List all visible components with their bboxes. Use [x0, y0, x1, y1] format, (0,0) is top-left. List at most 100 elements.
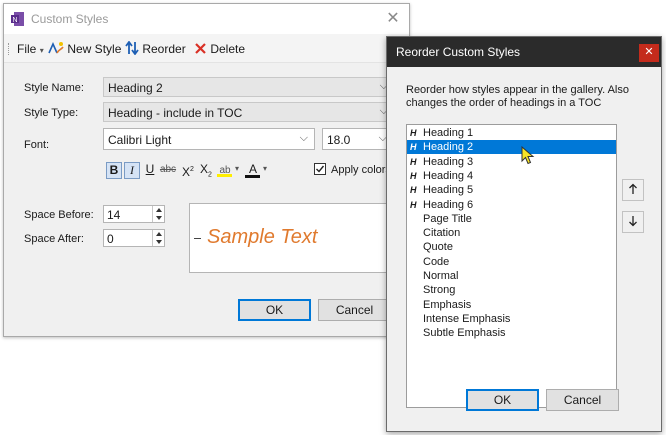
font-color-icon: A: [248, 162, 257, 176]
font-color-bar: [245, 175, 260, 178]
font-label: Font:: [24, 139, 50, 151]
file-menu-label: File: [17, 42, 37, 56]
list-item[interactable]: Subtle Emphasis: [407, 326, 616, 340]
delete-icon: [195, 43, 206, 54]
style-type-value: Heading - include in TOC: [108, 106, 243, 120]
ok-button[interactable]: OK: [238, 299, 311, 321]
file-menu[interactable]: File ▾: [17, 41, 44, 57]
reorder-button[interactable]: Reorder: [125, 40, 186, 57]
list-item-label: Code: [423, 255, 450, 268]
list-item[interactable]: Page Title: [407, 212, 616, 226]
underline-button[interactable]: U: [142, 162, 158, 179]
list-item[interactable]: Normal: [407, 269, 616, 283]
list-item[interactable]: Code: [407, 255, 616, 269]
list-item[interactable]: H Heading 5: [407, 183, 616, 197]
apply-colors-label: Apply colors: [331, 164, 391, 176]
list-item-label: Subtle Emphasis: [423, 327, 506, 340]
space-before-stepper[interactable]: 14: [103, 205, 165, 223]
new-style-button[interactable]: New Style: [48, 41, 121, 57]
close-icon[interactable]: ✕: [384, 10, 402, 28]
list-item-label: Heading 5: [423, 184, 474, 197]
heading-icon: H: [410, 170, 417, 181]
list-item-label: Citation: [423, 227, 461, 240]
reorder-description: Reorder how styles appear in the gallery…: [406, 84, 629, 109]
font-color-button[interactable]: A: [244, 162, 262, 179]
reorder-ok-button[interactable]: OK: [466, 389, 539, 411]
styles-list[interactable]: H Heading 1 H Heading 2 H Heading 3 H Heading 4…: [406, 124, 617, 408]
stepper-arrows[interactable]: [152, 206, 165, 222]
list-item-label: Heading 1: [423, 127, 474, 139]
font-family-value: Calibri Light: [108, 133, 172, 147]
list-item-label: Emphasis: [423, 298, 472, 311]
dropdown-arrow-icon[interactable]: ▾: [235, 164, 239, 173]
dialog-title: Custom Styles: [31, 12, 109, 26]
delete-button[interactable]: Delete: [194, 41, 245, 57]
close-icon[interactable]: ✕: [639, 44, 659, 62]
highlight-color-bar: [217, 174, 232, 177]
sample-text: Sample Text: [207, 226, 318, 248]
list-item[interactable]: H Heading 4: [407, 169, 616, 183]
list-item-label: Intense Emphasis: [423, 312, 511, 325]
style-type-dropdown[interactable]: Heading - include in TOC ⌵: [103, 102, 393, 122]
list-item[interactable]: Intense Emphasis: [407, 312, 616, 326]
stepper-arrows-icon: [156, 208, 162, 220]
heading-icon: H: [410, 156, 417, 167]
strikethrough-button[interactable]: abc: [158, 162, 178, 179]
stepper-arrows[interactable]: [152, 230, 165, 246]
dropdown-arrow-icon[interactable]: ▾: [263, 164, 267, 173]
onenote-app-icon: N: [11, 12, 24, 26]
delete-label: Delete: [210, 42, 246, 56]
list-item[interactable]: Quote: [407, 240, 616, 254]
preview-margin-line: [194, 238, 201, 239]
list-item[interactable]: Strong: [407, 283, 616, 297]
font-family-dropdown[interactable]: Calibri Light ⌵: [103, 128, 315, 150]
move-up-button[interactable]: [622, 179, 644, 201]
style-name-field[interactable]: Heading 2 ⌵: [103, 77, 393, 97]
list-item[interactable]: H Heading 1: [407, 126, 616, 140]
list-item-label: Heading 2: [423, 141, 474, 154]
superscript-button[interactable]: X2: [180, 162, 196, 179]
list-item[interactable]: H Heading 6: [407, 198, 616, 212]
style-preview: Sample Text: [189, 203, 404, 273]
list-item[interactable]: H Heading 2: [407, 140, 616, 155]
new-style-label: New Style: [67, 42, 122, 56]
list-item-label: Strong: [423, 284, 456, 297]
list-item-label: Normal: [423, 270, 459, 282]
toolbar-grip: [8, 43, 10, 55]
cancel-button[interactable]: Cancel: [318, 299, 391, 321]
title-bar: N Custom Styles ✕: [4, 4, 409, 34]
reorder-icon: [125, 40, 139, 56]
mouse-cursor-icon: [521, 146, 535, 165]
svg-text:N: N: [12, 17, 17, 24]
checkmark-icon: [316, 165, 325, 173]
space-after-stepper[interactable]: 0: [103, 229, 165, 247]
list-item-label: Heading 4: [423, 169, 474, 182]
chevron-down-icon: ⌵: [299, 132, 308, 144]
space-before-label: Space Before:: [24, 209, 94, 221]
list-item-label: Heading 6: [423, 198, 474, 211]
bold-button[interactable]: B: [106, 162, 122, 179]
heading-icon: H: [410, 142, 417, 153]
reorder-label: Reorder: [142, 42, 186, 56]
reorder-cancel-button[interactable]: Cancel: [546, 389, 619, 411]
apply-colors-checkbox[interactable]: [314, 163, 326, 175]
title-bar: Reorder Custom Styles ✕: [387, 37, 661, 67]
list-item-label: Heading 3: [423, 155, 474, 168]
toolbar: File ▾ New Style Reorder Delete: [4, 34, 409, 63]
list-item[interactable]: Emphasis: [407, 298, 616, 312]
subscript-button[interactable]: X2: [198, 162, 214, 179]
heading-icon: H: [410, 128, 417, 138]
dropdown-arrow-icon: ▾: [39, 46, 44, 55]
list-item[interactable]: Citation: [407, 226, 616, 240]
highlight-button[interactable]: ab: [216, 162, 234, 179]
font-size-dropdown[interactable]: 18.0 ⌵: [322, 128, 394, 150]
new-style-icon: [48, 42, 64, 54]
arrow-down-icon: [629, 216, 637, 227]
font-size-value: 18.0: [327, 133, 351, 147]
style-name-value: Heading 2: [108, 81, 163, 95]
list-item[interactable]: H Heading 3: [407, 155, 616, 169]
heading-icon: H: [410, 185, 417, 196]
custom-styles-dialog: N Custom Styles ✕ File ▾ New Style Reord…: [3, 3, 410, 337]
move-down-button[interactable]: [622, 211, 644, 233]
italic-button[interactable]: I: [124, 162, 140, 179]
